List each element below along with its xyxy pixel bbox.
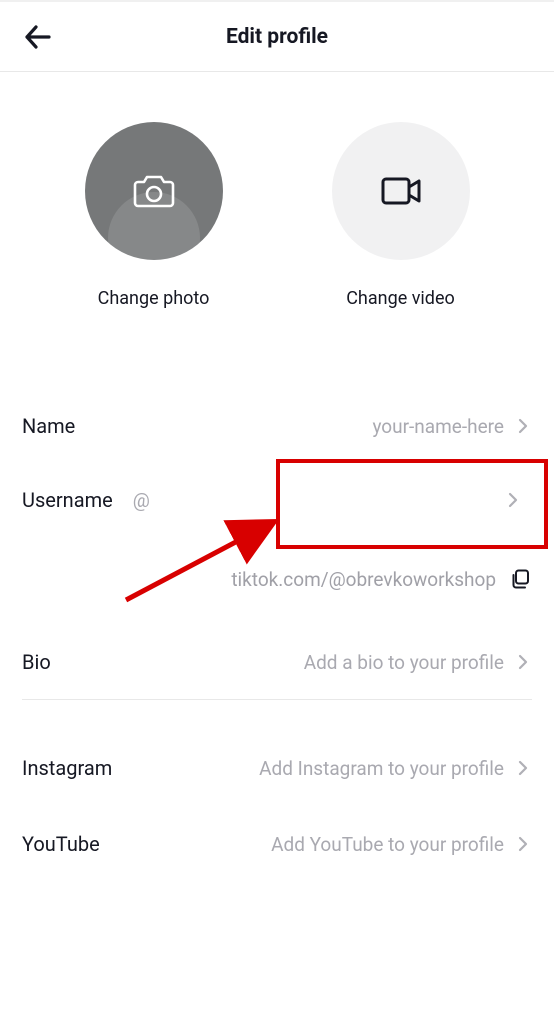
name-field[interactable]: Name your-name-here — [22, 389, 532, 463]
change-photo-label: Change photo — [98, 288, 210, 309]
copy-icon — [509, 568, 531, 590]
youtube-placeholder: Add YouTube to your profile — [271, 833, 504, 856]
socials-section: Instagram Add Instagram to your profile … — [0, 700, 554, 902]
arrow-left-icon — [22, 21, 54, 53]
chevron-right-icon — [514, 653, 532, 671]
youtube-value-wrap: Add YouTube to your profile — [100, 833, 532, 856]
instagram-placeholder: Add Instagram to your profile — [259, 757, 504, 780]
profile-url: tiktok.com/@obrevkoworkshop — [231, 568, 496, 591]
name-value: your-name-here — [372, 415, 504, 438]
youtube-field[interactable]: YouTube Add YouTube to your profile — [22, 806, 532, 882]
name-value-wrap: your-name-here — [75, 415, 532, 438]
bio-label: Bio — [22, 650, 51, 674]
bio-placeholder: Add a bio to your profile — [304, 651, 504, 674]
page-title: Edit profile — [226, 25, 328, 49]
bio-field[interactable]: Bio Add a bio to your profile — [22, 625, 532, 699]
username-label: Username — [22, 488, 113, 512]
back-button[interactable] — [20, 19, 56, 55]
username-field[interactable]: Username @ — [22, 463, 532, 537]
instagram-field[interactable]: Instagram Add Instagram to your profile — [22, 730, 532, 806]
instagram-value-wrap: Add Instagram to your profile — [112, 757, 532, 780]
header: Edit profile — [0, 0, 554, 72]
change-video-button[interactable]: Change video — [332, 122, 470, 309]
video-icon — [373, 163, 429, 219]
name-label: Name — [22, 414, 75, 438]
chevron-right-icon — [504, 491, 522, 509]
instagram-label: Instagram — [22, 756, 112, 780]
profile-url-row: tiktok.com/@obrevkoworkshop — [0, 537, 554, 617]
chevron-right-icon — [514, 759, 532, 777]
copy-url-button[interactable] — [508, 567, 532, 591]
profile-fields: Name your-name-here Username @ — [0, 339, 554, 537]
video-avatar — [332, 122, 470, 260]
media-section: Change photo Change video — [0, 72, 554, 339]
change-video-label: Change video — [346, 288, 455, 309]
youtube-label: YouTube — [22, 832, 100, 856]
camera-icon — [128, 165, 180, 217]
bio-section: Bio Add a bio to your profile — [0, 617, 554, 699]
photo-avatar — [85, 122, 223, 260]
chevron-right-icon — [514, 835, 532, 853]
username-value: @ — [133, 489, 150, 512]
username-value-wrap: @ — [113, 489, 532, 512]
chevron-right-icon — [514, 417, 532, 435]
bio-value-wrap: Add a bio to your profile — [51, 651, 532, 674]
change-photo-button[interactable]: Change photo — [85, 122, 223, 309]
